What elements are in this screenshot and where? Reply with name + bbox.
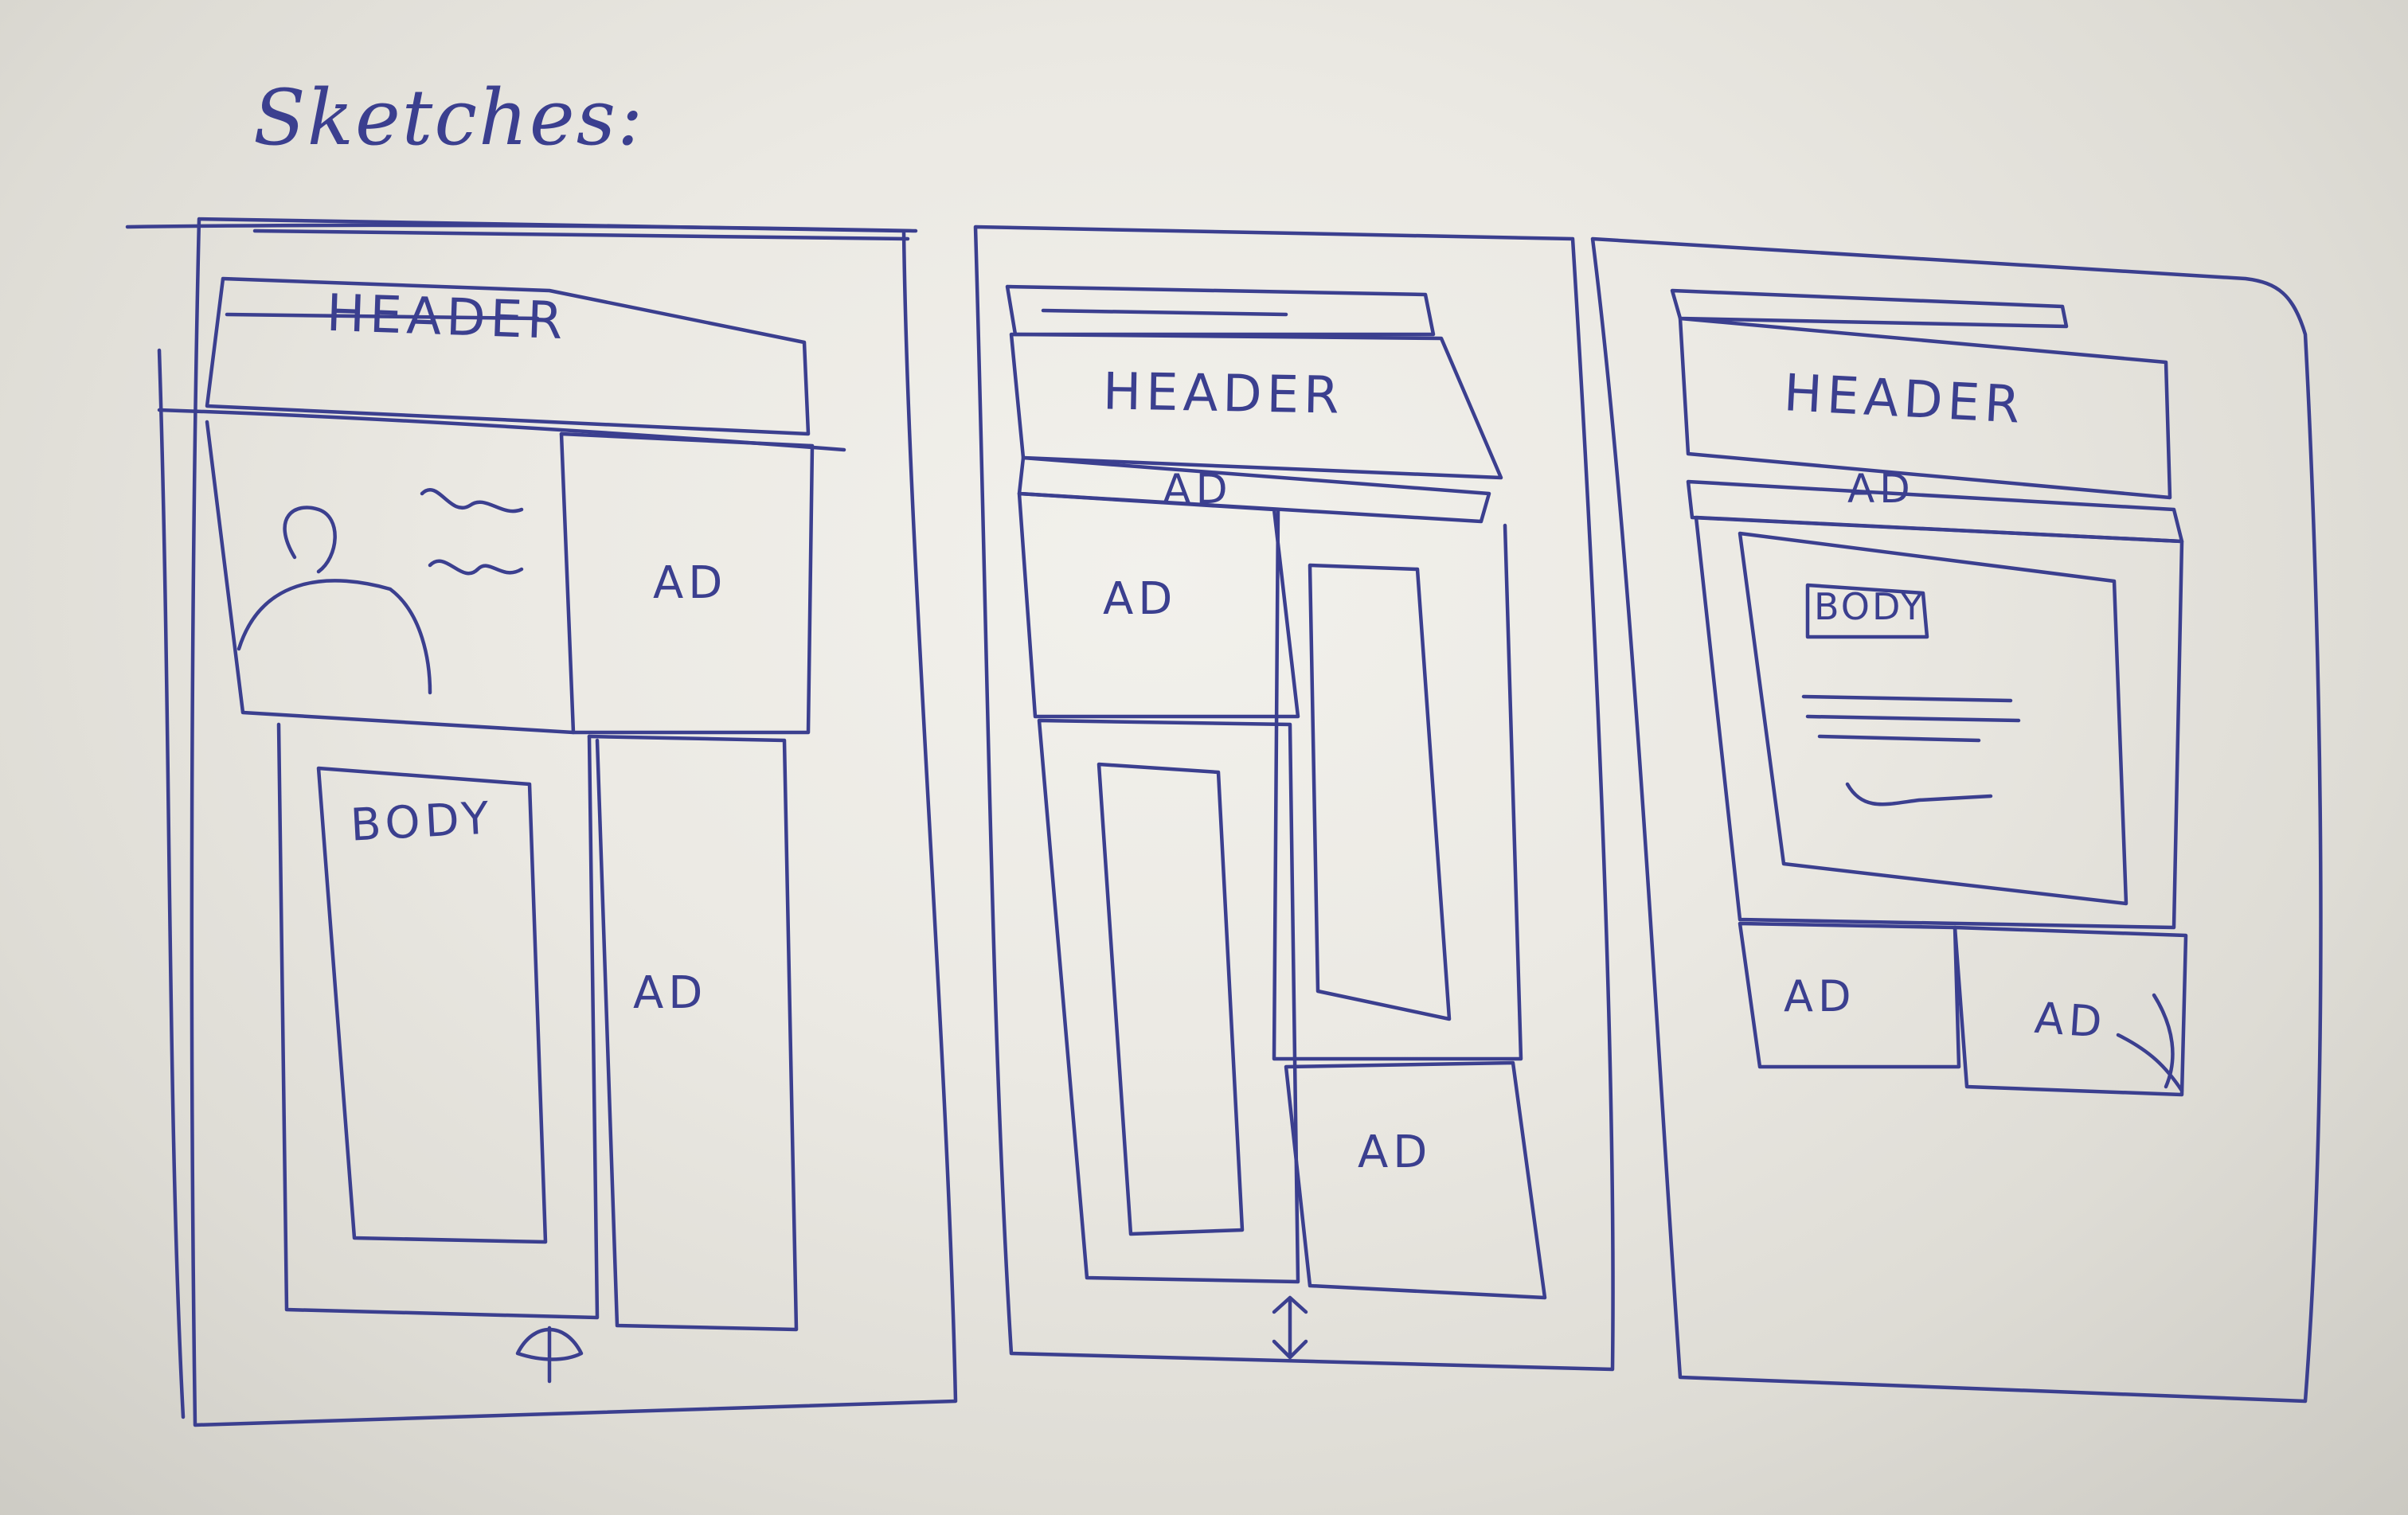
- sketch-2-right-column: [1272, 507, 1523, 1061]
- sketch-3-body-card: [1694, 515, 2184, 930]
- sketch-2-header-label: HEADER: [1102, 362, 1345, 426]
- scribble-line-1: [420, 488, 524, 513]
- sketch-3-ad-label-1: AD: [1847, 466, 1915, 512]
- sketch-1-scroll-icon: [515, 1326, 584, 1384]
- sketch-2-ad-label-2: AD: [1103, 573, 1178, 625]
- sketch-3-body-label: BODY: [1814, 585, 1925, 628]
- sketch-2-ad-label-3: AD: [1358, 1126, 1433, 1178]
- sketch-1-body-label: BODY: [349, 792, 495, 852]
- sketch-1-profile-card: [157, 408, 846, 735]
- sketch-1-ad-side: [587, 734, 799, 1332]
- sketch-1-ad-label-1: AD: [653, 557, 728, 609]
- sketch-drawings: [125, 217, 2323, 1427]
- scribble-line-2: [428, 559, 524, 576]
- sketch-2-body-left: [1037, 718, 1300, 1284]
- sketch-1-ad-label-2: AD: [633, 967, 708, 1019]
- sketch-3-header-label: HEADER: [1782, 364, 2027, 435]
- sketch-2-ad-bottom: [1284, 1060, 1547, 1300]
- sketch-3-ad-label-2: AD: [1784, 971, 1856, 1021]
- sketch-2-ad-label-1: AD: [1163, 466, 1233, 513]
- sketch-3-ad-label-3: AD: [2032, 992, 2109, 1048]
- sketch-2-scroll-icon: [1272, 1295, 1308, 1360]
- sketch-1-frame: [125, 217, 958, 1427]
- sketch-1-header-label: HEADER: [325, 283, 569, 352]
